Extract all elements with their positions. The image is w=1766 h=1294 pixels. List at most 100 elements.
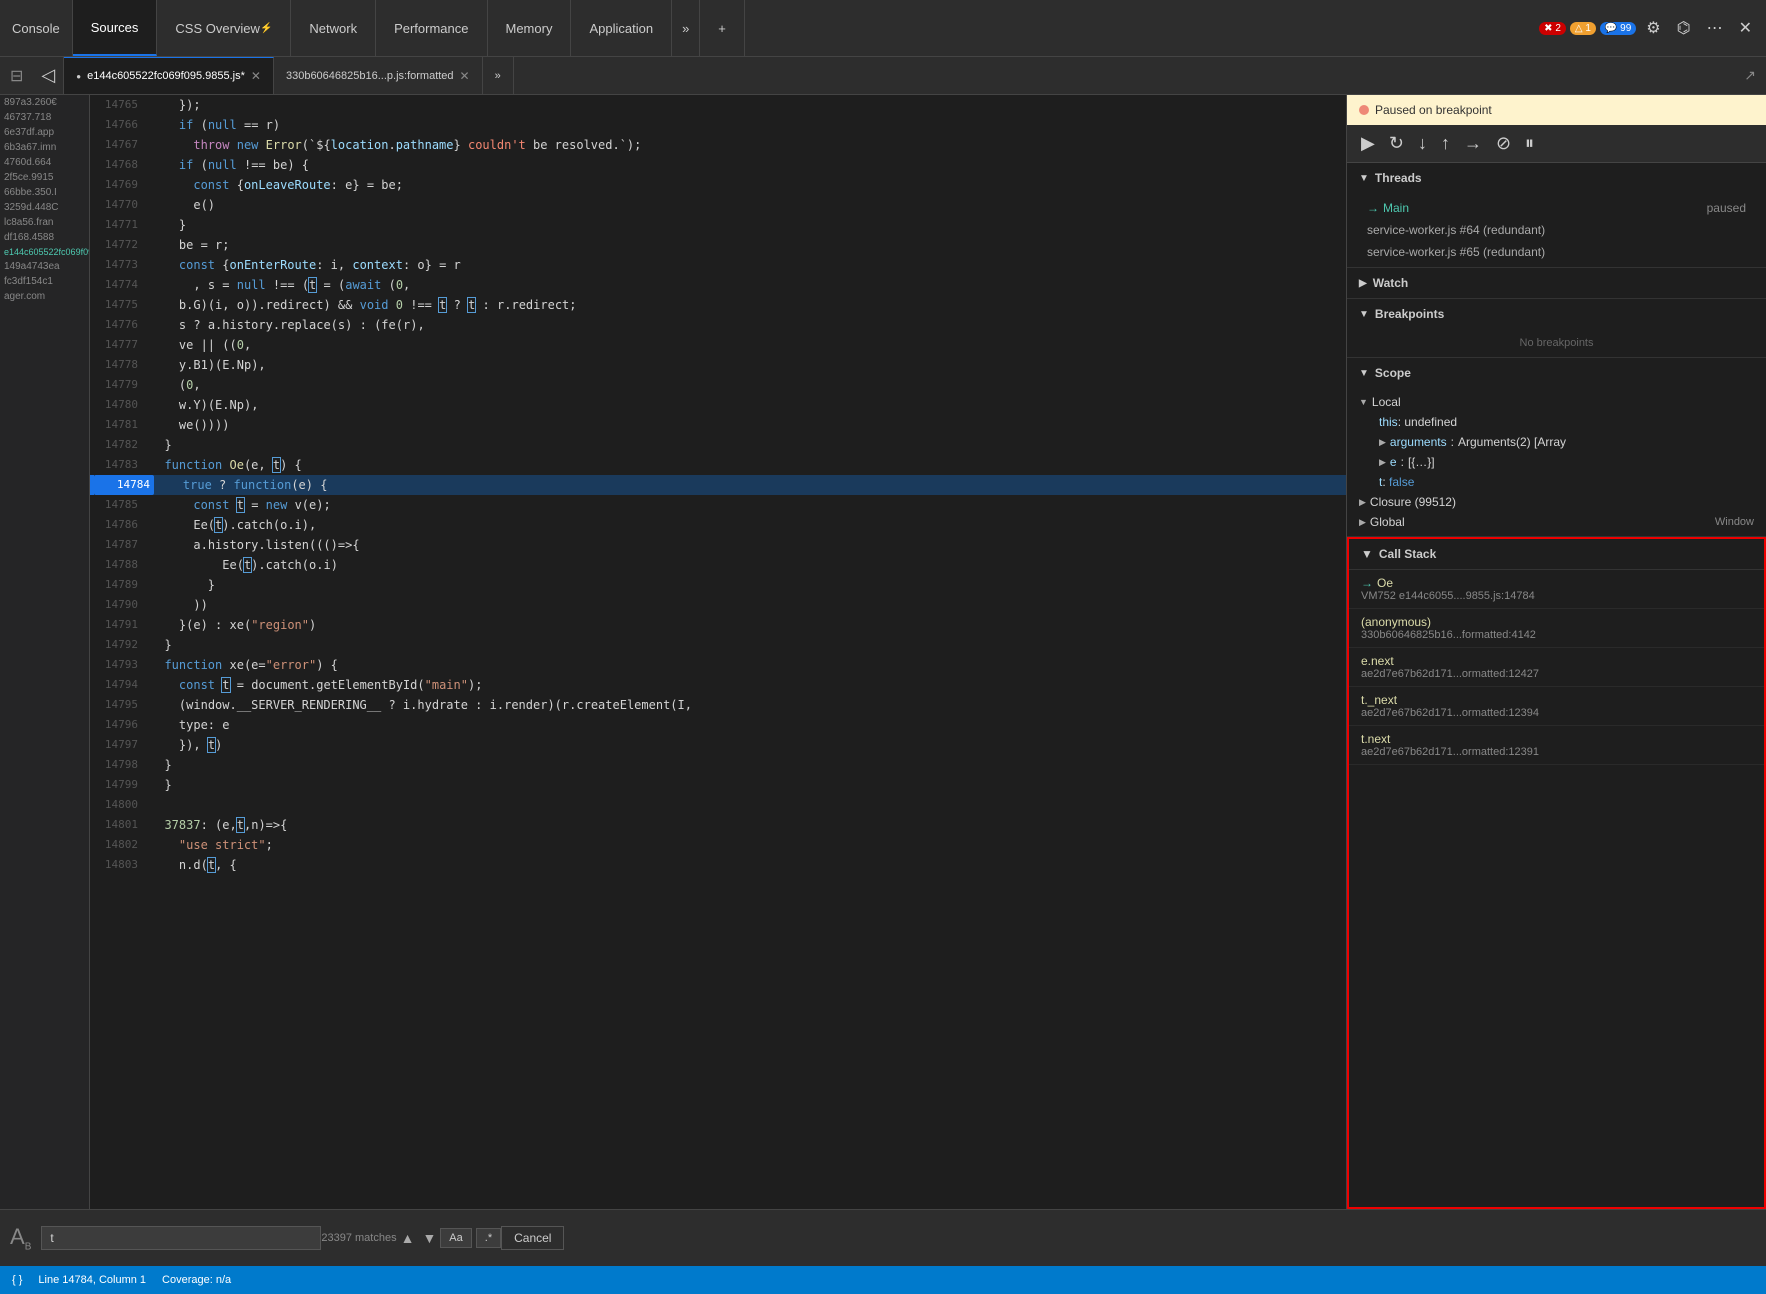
code-line-14786: 14786 Ee(t).catch(o.i), (90, 515, 1346, 535)
code-line-14772: 14772 be = r; (90, 235, 1346, 255)
scope-local-group[interactable]: ▼ Local (1347, 392, 1766, 412)
watch-triangle-icon: ▶ (1359, 278, 1367, 289)
file-tab-1-close[interactable]: ✕ (251, 69, 261, 83)
sidebar-toggle-btn[interactable]: ⊟ (0, 66, 33, 86)
pause-exceptions-btn[interactable]: ⏸ (1519, 129, 1540, 158)
gutter-item: 897a3.260€ (0, 95, 89, 110)
code-line-14783: 14783 function Oe(e, t) { (90, 455, 1346, 475)
file-tabs: ⊟ ◁ ● e144c605522fc069f095.9855.js* ✕ 33… (0, 57, 1766, 95)
scope-local-triangle-icon: ▼ (1359, 397, 1368, 407)
scope-global-group[interactable]: ▶ Global Window (1347, 512, 1766, 532)
search-prev-btn[interactable]: ▲ (397, 1226, 419, 1250)
breakpoints-section: ▼ Breakpoints No breakpoints (1347, 299, 1766, 358)
scope-t: t: false (1347, 472, 1766, 492)
gutter-item: 2f5ce.9915 (0, 170, 89, 185)
scope-content: ▼ Local this: undefined ▶ arguments: Arg… (1347, 388, 1766, 536)
step-btn[interactable]: → (1458, 129, 1488, 158)
side-back-btn[interactable]: ◁ (33, 57, 64, 94)
more-tools-btn[interactable]: ⋯ (1701, 14, 1729, 42)
main-content: 897a3.260€ 46737.718 6e37df.app 6b3a67.i… (0, 95, 1766, 1209)
call-stack-list: → Oe VM752 e144c6055....9855.js:14784 (a… (1349, 570, 1764, 1207)
file-tab-2-close[interactable]: ✕ (460, 69, 470, 83)
remote-devices-btn[interactable]: ⌬ (1671, 14, 1697, 42)
code-editor[interactable]: 14765 }); 14766 if (null == r) 14767 thr… (90, 95, 1346, 1209)
code-line-14778: 14778 y.B1)(E.Np), (90, 355, 1346, 375)
tab-memory[interactable]: Memory (488, 0, 572, 56)
tab-application[interactable]: Application (571, 0, 672, 56)
thread-main[interactable]: → Main paused (1347, 197, 1766, 219)
code-line-14795: 14795 (window.__SERVER_RENDERING__ ? i.h… (90, 695, 1346, 715)
code-line-14789: 14789 } (90, 575, 1346, 595)
code-line-14766: 14766 if (null == r) (90, 115, 1346, 135)
scope-arguments[interactable]: ▶ arguments: Arguments(2) [Array (1347, 432, 1766, 452)
tab-performance[interactable]: Performance (376, 0, 487, 56)
gutter-item: lc8a56.fran (0, 215, 89, 230)
more-tabs-btn[interactable]: » (672, 0, 700, 56)
breakpoints-header[interactable]: ▼ Breakpoints (1347, 299, 1766, 329)
breakpoints-triangle-icon: ▼ (1359, 309, 1369, 320)
add-tab-btn[interactable]: + (700, 0, 745, 56)
top-nav: Console Sources CSS Overview ⚡ Network P… (0, 0, 1766, 57)
scope-closure-group[interactable]: ▶ Closure (99512) (1347, 492, 1766, 512)
code-line-14782: 14782 } (90, 435, 1346, 455)
search-cancel-btn[interactable]: Cancel (501, 1226, 564, 1250)
scope-this: this: undefined (1347, 412, 1766, 432)
call-stack-item-3[interactable]: t._next ae2d7e67b62d171...ormatted:12394 (1349, 687, 1764, 726)
resume-btn[interactable]: ▶ (1355, 129, 1381, 158)
pretty-print-btn[interactable]: { } (12, 1274, 22, 1286)
navigate-to-file-btn[interactable]: ↗ (1734, 67, 1766, 84)
nav-right: ✖ 2 △ 1 💬 99 ⚙ ⌬ ⋯ ✕ (1539, 14, 1766, 42)
status-bar: { } Line 14784, Column 1 Coverage: n/a (0, 1266, 1766, 1294)
call-stack-item-4[interactable]: t.next ae2d7e67b62d171...ormatted:12391 (1349, 726, 1764, 765)
regex-btn[interactable]: .* (476, 1228, 501, 1248)
call-stack-item-0[interactable]: → Oe VM752 e144c6055....9855.js:14784 (1349, 570, 1764, 609)
gutter-item: 66bbe.350.I (0, 185, 89, 200)
step-into-btn[interactable]: ↓ (1412, 129, 1433, 158)
close-devtools-btn[interactable]: ✕ (1733, 14, 1758, 42)
step-over-btn[interactable]: ↻ (1383, 129, 1410, 158)
code-line-14773: 14773 const {onEnterRoute: i, context: o… (90, 255, 1346, 275)
deactivate-breakpoints-btn[interactable]: ⊘ (1490, 129, 1517, 158)
call-stack-header[interactable]: ▼ Call Stack (1349, 539, 1764, 570)
scope-header[interactable]: ▼ Scope (1347, 358, 1766, 388)
search-bar: AB 23397 matches ▲ ▼ Aa .* Cancel (0, 1209, 1766, 1266)
settings-btn[interactable]: ⚙ (1640, 14, 1666, 42)
scope-e[interactable]: ▶ e: [{…}] (1347, 452, 1766, 472)
code-line-14767: 14767 throw new Error(`${location.pathna… (90, 135, 1346, 155)
code-line-14787: 14787 a.history.listen((()=>{ (90, 535, 1346, 555)
file-tab-1[interactable]: ● e144c605522fc069f095.9855.js* ✕ (64, 57, 274, 94)
tab-console[interactable]: Console (0, 0, 73, 56)
coverage-status: Coverage: n/a (162, 1274, 231, 1286)
search-options: Aa .* (440, 1228, 501, 1248)
gutter-item: 46737.718 (0, 110, 89, 125)
code-line-14794: 14794 const t = document.getElementById(… (90, 675, 1346, 695)
search-type-icon: AB (0, 1224, 41, 1252)
search-input[interactable] (41, 1226, 321, 1250)
call-stack-item-2[interactable]: e.next ae2d7e67b62d171...ormatted:12427 (1349, 648, 1764, 687)
tab-css-overview[interactable]: CSS Overview ⚡ (157, 0, 291, 56)
scope-global-triangle-icon: ▶ (1359, 517, 1366, 528)
tab-network[interactable]: Network (291, 0, 376, 56)
code-line-14788: 14788 Ee(t).catch(o.i) (90, 555, 1346, 575)
watch-header[interactable]: ▶ Watch (1347, 268, 1766, 298)
threads-header[interactable]: ▼ Threads (1347, 163, 1766, 193)
case-sensitive-btn[interactable]: Aa (440, 1228, 471, 1248)
code-line-14770: 14770 e() (90, 195, 1346, 215)
tab-sources[interactable]: Sources (73, 0, 158, 56)
watch-section: ▶ Watch (1347, 268, 1766, 299)
gutter-item: e144c605522fc069f095.985 (0, 245, 89, 259)
file-tab-2[interactable]: 330b60646825b16...p.js:formatted ✕ (274, 57, 483, 94)
code-line-14780: 14780 w.Y)(E.Np), (90, 395, 1346, 415)
thread-sw-64[interactable]: service-worker.js #64 (redundant) (1347, 219, 1766, 241)
gutter-item: 3259d.448C (0, 200, 89, 215)
gutter-item: 6b3a67.imn (0, 140, 89, 155)
code-line-14798: 14798 } (90, 755, 1346, 775)
code-line-14774: 14774 , s = null !== (t = (await (0, (90, 275, 1346, 295)
search-next-btn[interactable]: ▼ (418, 1226, 440, 1250)
call-stack-item-1[interactable]: (anonymous) 330b60646825b16...formatted:… (1349, 609, 1764, 648)
code-line-14779: 14779 (0, (90, 375, 1346, 395)
more-file-tabs-btn[interactable]: » (483, 57, 514, 94)
step-out-btn[interactable]: ↑ (1435, 129, 1456, 158)
thread-sw-65[interactable]: service-worker.js #65 (redundant) (1347, 241, 1766, 263)
search-matches-label: 23397 matches (321, 1232, 396, 1244)
